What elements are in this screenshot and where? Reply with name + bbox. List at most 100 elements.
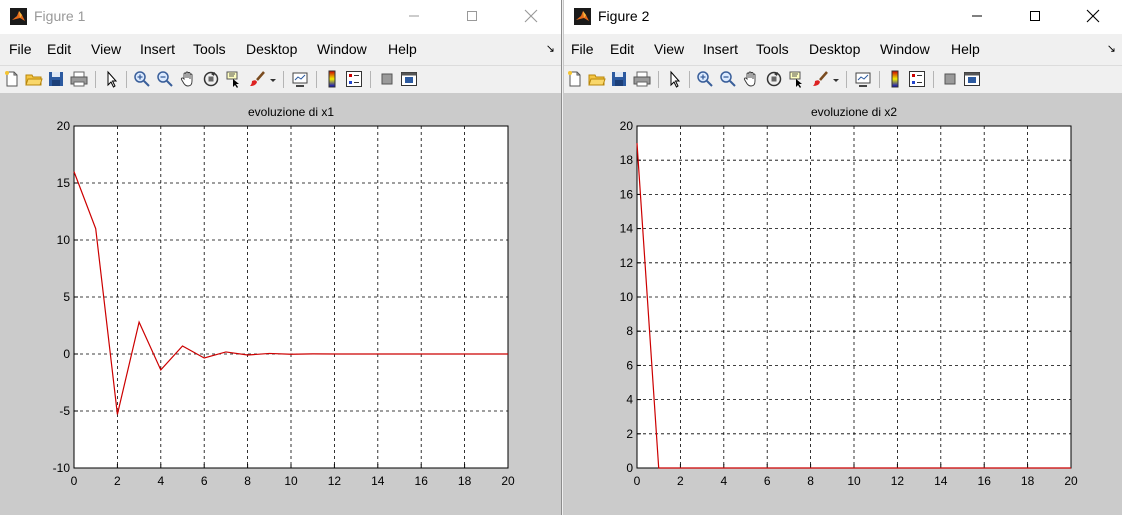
edit-plot-arrow-icon[interactable] (103, 70, 121, 88)
x-tick-label: 8 (244, 474, 251, 488)
legend-icon[interactable] (908, 70, 926, 88)
hide-plot-tools-icon[interactable] (378, 70, 396, 88)
undock-arrow-icon[interactable]: ↘ (546, 42, 555, 55)
y-tick-label: -10 (53, 461, 71, 475)
y-tick-label: 12 (620, 256, 634, 270)
toolbar-separator (879, 71, 880, 88)
menu-window[interactable]: Window (317, 41, 367, 57)
window-title: Figure 1 (34, 8, 86, 24)
x-tick-label: 18 (458, 474, 472, 488)
rotate-3d-icon[interactable] (765, 70, 783, 88)
x-tick-label: 0 (634, 474, 641, 488)
rotate-3d-icon[interactable] (202, 70, 220, 88)
maximize-icon (467, 11, 477, 21)
brush-dropdown-icon[interactable] (268, 70, 278, 88)
y-tick-label: 18 (620, 153, 634, 167)
toolbar-separator (283, 71, 284, 88)
menu-bar: File Edit View Insert Tools Desktop Wind… (564, 38, 1122, 62)
colorbar-icon[interactable] (886, 70, 904, 88)
menu-view[interactable]: View (91, 41, 121, 57)
pan-hand-icon[interactable] (179, 70, 197, 88)
zoom-out-icon[interactable] (156, 70, 174, 88)
link-plot-icon[interactable] (291, 70, 309, 88)
open-file-icon[interactable] (25, 70, 43, 88)
data-cursor-icon[interactable] (225, 70, 243, 88)
new-figure-icon[interactable] (3, 70, 21, 88)
link-plot-icon[interactable] (854, 70, 872, 88)
x-tick-label: 6 (201, 474, 208, 488)
undock-arrow-icon[interactable]: ↘ (1107, 42, 1116, 55)
pan-hand-icon[interactable] (742, 70, 760, 88)
close-button[interactable] (1070, 0, 1116, 32)
x-tick-label: 2 (677, 474, 684, 488)
menu-view[interactable]: View (654, 41, 684, 57)
maximize-button[interactable] (1012, 0, 1058, 32)
y-tick-label: 0 (63, 347, 70, 361)
minimize-button[interactable] (391, 0, 437, 32)
save-icon[interactable] (47, 70, 65, 88)
brush-icon[interactable] (248, 70, 266, 88)
figure-2-window: Figure 2 File Edit View Insert Tools Des… (563, 0, 1122, 515)
menu-desktop[interactable]: Desktop (809, 41, 860, 57)
brush-icon[interactable] (811, 70, 829, 88)
zoom-in-icon[interactable] (133, 70, 151, 88)
figure-toolbar (564, 65, 1122, 93)
title-bar[interactable]: Figure 1 (0, 0, 561, 34)
open-file-icon[interactable] (588, 70, 606, 88)
menu-help[interactable]: Help (951, 41, 980, 57)
x-tick-label: 14 (934, 474, 948, 488)
y-tick-label: 16 (620, 187, 634, 201)
menu-insert[interactable]: Insert (140, 41, 175, 57)
x-tick-label: 10 (847, 474, 861, 488)
hide-plot-tools-icon[interactable] (941, 70, 959, 88)
menu-desktop[interactable]: Desktop (246, 41, 297, 57)
toolbar-separator (95, 71, 96, 88)
x-tick-label: 10 (284, 474, 298, 488)
menu-help[interactable]: Help (388, 41, 417, 57)
menu-file[interactable]: File (9, 41, 32, 57)
maximize-button[interactable] (449, 0, 495, 32)
edit-plot-arrow-icon[interactable] (666, 70, 684, 88)
print-icon[interactable] (633, 70, 651, 88)
y-tick-label: 6 (626, 358, 633, 372)
figure-toolbar (0, 65, 561, 93)
x-tick-label: 4 (157, 474, 164, 488)
zoom-in-icon[interactable] (696, 70, 714, 88)
menu-window[interactable]: Window (880, 41, 930, 57)
minimize-button[interactable] (954, 0, 1000, 32)
menu-tools[interactable]: Tools (756, 41, 789, 57)
matlab-logo-icon (574, 8, 591, 25)
axes-title: evoluzione di x2 (811, 105, 897, 119)
menu-tools[interactable]: Tools (193, 41, 226, 57)
legend-icon[interactable] (345, 70, 363, 88)
colorbar-icon[interactable] (323, 70, 341, 88)
show-plot-tools-icon[interactable] (400, 70, 418, 88)
x-tick-label: 14 (371, 474, 385, 488)
menu-insert[interactable]: Insert (703, 41, 738, 57)
title-bar[interactable]: Figure 2 (564, 0, 1122, 34)
zoom-out-icon[interactable] (719, 70, 737, 88)
axes-x2[interactable]: 0 2 4 6 8 10 12 14 16 18 20 0 2 4 6 8 10 12 14 16 18 20 evoluz… (564, 93, 1122, 515)
data-cursor-icon[interactable] (788, 70, 806, 88)
close-button[interactable] (508, 0, 554, 32)
toolbar-separator (316, 71, 317, 88)
print-icon[interactable] (70, 70, 88, 88)
menu-edit[interactable]: Edit (47, 41, 71, 57)
toolbar-separator (846, 71, 847, 88)
show-plot-tools-icon[interactable] (963, 70, 981, 88)
figure-1-window: Figure 1 File Edit View Insert Tools Des… (0, 0, 562, 515)
x-tick-label: 16 (978, 474, 992, 488)
menu-file[interactable]: File (571, 41, 594, 57)
y-tick-label: 5 (63, 290, 70, 304)
window-title: Figure 2 (598, 8, 650, 24)
save-icon[interactable] (610, 70, 628, 88)
brush-dropdown-icon[interactable] (831, 70, 841, 88)
x-tick-label: 0 (71, 474, 78, 488)
x-tick-label: 8 (807, 474, 814, 488)
figure-canvas: 0 2 4 6 8 10 12 14 16 18 20 0 2 4 6 8 10 12 14 16 18 20 evoluz… (564, 93, 1122, 515)
x-tick-label: 12 (328, 474, 342, 488)
axes-x1[interactable]: 0 2 4 6 8 10 12 14 16 18 20 -10 -5 0 5 10 15 20 evoluzione… (0, 93, 561, 515)
y-tick-label: 15 (57, 176, 71, 190)
menu-edit[interactable]: Edit (610, 41, 634, 57)
new-figure-icon[interactable] (566, 70, 584, 88)
